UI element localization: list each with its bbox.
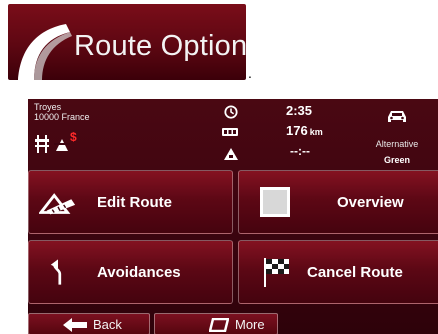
edit-route-label: Edit Route	[97, 194, 172, 211]
back-button[interactable]: Back	[28, 313, 150, 334]
avoidances-label: Avoidances	[97, 264, 181, 281]
highway-icon	[35, 135, 49, 153]
edit-route-button[interactable]: Edit Route	[28, 170, 233, 234]
title-banner: Route Options	[8, 4, 246, 80]
distance-unit: km	[309, 127, 323, 137]
avoidances-button[interactable]: Avoidances	[28, 240, 233, 304]
arrow-left-icon	[63, 318, 87, 332]
distance-remaining: 176 km	[286, 123, 323, 138]
road-swoosh-icon	[18, 24, 72, 80]
cancel-route-label: Cancel Route	[307, 264, 403, 281]
location-city: Troyes	[34, 102, 62, 112]
toll-road-icon	[54, 139, 70, 151]
location-postcode: 10000 France	[34, 112, 90, 122]
cancel-route-button[interactable]: Cancel Route	[238, 240, 438, 304]
overview-button[interactable]: Overview	[238, 170, 438, 234]
more-icon	[209, 318, 229, 332]
back-label: Back	[93, 317, 122, 332]
status-panel: Troyes 10000 France $ 2:35 176 km --:-- …	[28, 99, 438, 167]
road-restriction-icons	[35, 135, 70, 153]
more-button[interactable]: More	[154, 313, 278, 334]
overview-label: Overview	[337, 194, 404, 211]
distance-icon	[222, 128, 238, 136]
clock-icon	[224, 105, 238, 119]
route-options-screen: Troyes 10000 France $ 2:35 176 km --:-- …	[28, 99, 438, 334]
ruler-triangle-icon	[39, 193, 76, 215]
more-label: More	[235, 317, 265, 332]
route-method-label: Green	[383, 155, 410, 165]
page-title: Route Options	[74, 30, 246, 62]
title-trailing-dot: .	[248, 65, 252, 81]
detour-arrow-icon	[50, 259, 62, 285]
overview-square-icon	[260, 187, 290, 217]
toll-restriction-mark: $	[70, 130, 77, 144]
checkered-flag-icon	[264, 258, 289, 287]
route-type-label: Alternative	[375, 139, 419, 149]
distance-value: 176	[286, 123, 308, 138]
eta: --:--	[290, 144, 310, 158]
time-remaining: 2:35	[286, 103, 313, 118]
warning-icon	[224, 148, 238, 160]
car-icon[interactable]	[385, 108, 409, 124]
